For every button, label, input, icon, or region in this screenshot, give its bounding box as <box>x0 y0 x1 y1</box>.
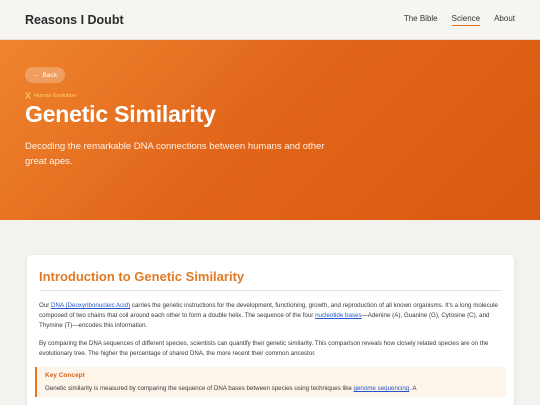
text-span: . A <box>409 385 417 392</box>
content-card: Introduction to Genetic Similarity Our D… <box>27 255 514 405</box>
category-label: Human Evolution <box>34 92 76 99</box>
section-divider <box>39 290 502 291</box>
page-subtitle: Decoding the remarkable DNA connections … <box>25 141 325 167</box>
dna-link[interactable]: DNA (Deoxyribonucleic Acid) <box>51 302 130 309</box>
nav-link-bible[interactable]: The Bible <box>404 14 438 26</box>
nucleotide-bases-link[interactable]: nucleotide bases <box>315 312 361 319</box>
text-span: Genetic similarity is measured by compar… <box>45 385 354 392</box>
section-title: Introduction to Genetic Similarity <box>39 269 245 284</box>
text-span: Our <box>39 302 52 309</box>
top-navbar: Reasons I Doubt The Bible Science About <box>0 0 540 40</box>
hero-banner: ← Back Human Evolution Genetic Similarit… <box>0 40 540 220</box>
key-concept-title: Key Concept <box>45 372 85 379</box>
main-nav: The Bible Science About <box>404 14 515 26</box>
comparison-paragraph: By comparing the DNA sequences of differ… <box>39 340 489 357</box>
back-button[interactable]: ← Back <box>25 67 65 83</box>
nav-link-about[interactable]: About <box>494 14 515 26</box>
category-eyebrow: Human Evolution <box>25 92 76 99</box>
key-concept-text: Genetic similarity is measured by compar… <box>45 385 498 392</box>
nav-link-science[interactable]: Science <box>451 14 481 26</box>
intro-paragraph: Our DNA (Deoxyribonucleic Acid) carries … <box>39 301 502 331</box>
dna-icon <box>25 92 31 99</box>
back-button-label: Back <box>42 71 57 79</box>
site-brand[interactable]: Reasons I Doubt <box>25 13 124 27</box>
arrow-left-icon: ← <box>33 71 40 79</box>
page-title: Genetic Similarity <box>25 101 216 127</box>
key-concept-callout: Key Concept Genetic similarity is measur… <box>35 367 506 397</box>
genome-sequencing-link[interactable]: genome sequencing <box>354 385 410 392</box>
